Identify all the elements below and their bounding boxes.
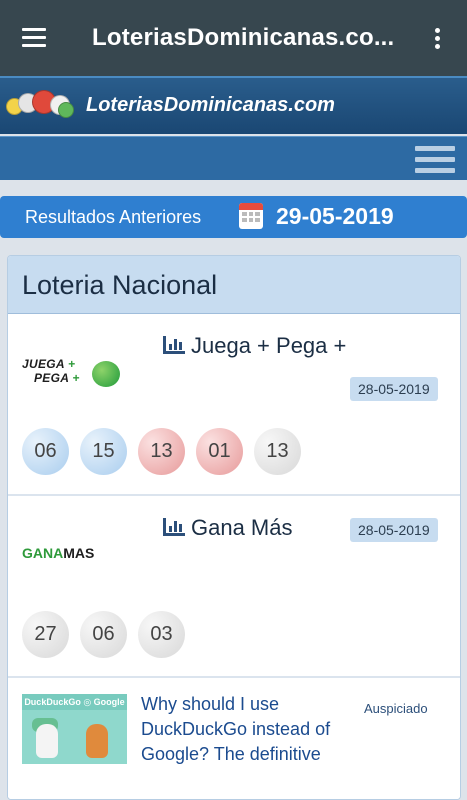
results-label: Resultados Anteriores bbox=[25, 207, 202, 227]
gana-mas-logo: GANAMAS bbox=[22, 545, 95, 561]
number-list: 06 15 13 01 13 bbox=[22, 428, 301, 475]
game-date-badge: 28-05-2019 bbox=[350, 518, 438, 542]
number-ball: 06 bbox=[22, 428, 69, 475]
lottery-panel: Loteria Nacional JUEGA + PEGA + Juega + … bbox=[7, 255, 461, 800]
site-header: LoteriasDominicanas.com bbox=[0, 76, 467, 134]
number-ball: 03 bbox=[138, 611, 185, 658]
lottery-balls-logo-icon bbox=[6, 89, 76, 121]
game-date-badge: 28-05-2019 bbox=[350, 377, 438, 401]
game-title[interactable]: Juega + Pega + bbox=[163, 333, 346, 359]
app-title: LoteriasDominicanas.co... bbox=[92, 24, 395, 51]
number-ball: 01 bbox=[196, 428, 243, 475]
duck-illustration-icon bbox=[86, 724, 108, 758]
ad-thumbnail[interactable]: DuckDuckGo ◎ Google bbox=[22, 694, 127, 764]
bar-chart-icon bbox=[163, 518, 185, 536]
calendar-icon[interactable] bbox=[239, 203, 263, 229]
juega-pega-logo: JUEGA + PEGA + bbox=[22, 357, 122, 397]
nav-strip bbox=[0, 136, 467, 180]
hamburger-icon[interactable] bbox=[415, 146, 455, 174]
more-vert-icon[interactable] bbox=[433, 28, 441, 50]
number-ball: 15 bbox=[80, 428, 127, 475]
number-list: 27 06 03 bbox=[22, 611, 185, 658]
app-bar: LoteriasDominicanas.co... bbox=[0, 0, 467, 76]
number-ball: 27 bbox=[22, 611, 69, 658]
sponsored-label: Auspiciado bbox=[364, 701, 428, 716]
number-ball: 13 bbox=[138, 428, 185, 475]
bar-chart-icon bbox=[163, 336, 185, 354]
number-ball: 06 bbox=[80, 611, 127, 658]
panel-header: Loteria Nacional bbox=[8, 256, 460, 314]
sponsored-ad[interactable]: DuckDuckGo ◎ Google Why should I use Duc… bbox=[8, 679, 460, 799]
results-date-bar[interactable]: Resultados Anteriores 29-05-2019 bbox=[0, 196, 467, 238]
game-title[interactable]: Gana Más bbox=[163, 515, 293, 541]
number-ball: 13 bbox=[254, 428, 301, 475]
site-brand[interactable]: LoteriasDominicanas.com bbox=[86, 94, 335, 117]
game-card[interactable]: GANAMAS Gana Más 28-05-2019 27 06 03 bbox=[8, 497, 460, 678]
game-card[interactable]: JUEGA + PEGA + Juega + Pega + 28-05-2019… bbox=[8, 315, 460, 496]
ad-headline[interactable]: Why should I use DuckDuckGo instead of G… bbox=[141, 692, 351, 767]
menu-icon[interactable] bbox=[22, 28, 46, 48]
leaf-icon bbox=[92, 361, 120, 387]
duck-illustration-icon bbox=[36, 724, 58, 758]
panel-title: Loteria Nacional bbox=[22, 270, 218, 300]
results-date[interactable]: 29-05-2019 bbox=[276, 203, 394, 230]
